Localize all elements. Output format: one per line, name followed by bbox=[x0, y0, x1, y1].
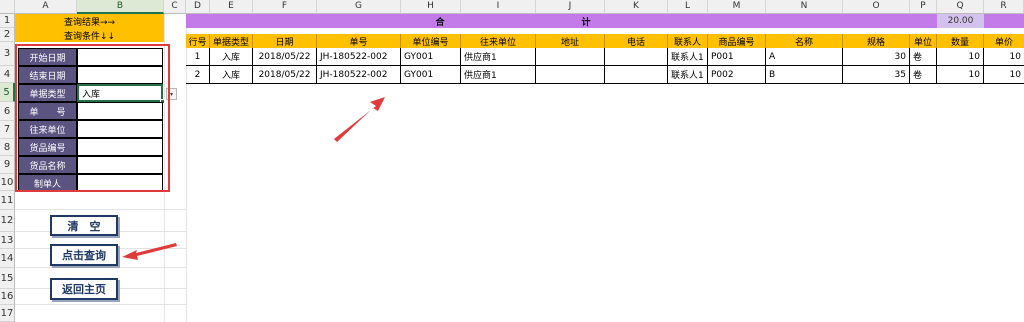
arrow-to-query-button bbox=[122, 243, 177, 260]
arrow-to-results bbox=[334, 97, 385, 142]
annotation-arrows bbox=[122, 97, 385, 260]
